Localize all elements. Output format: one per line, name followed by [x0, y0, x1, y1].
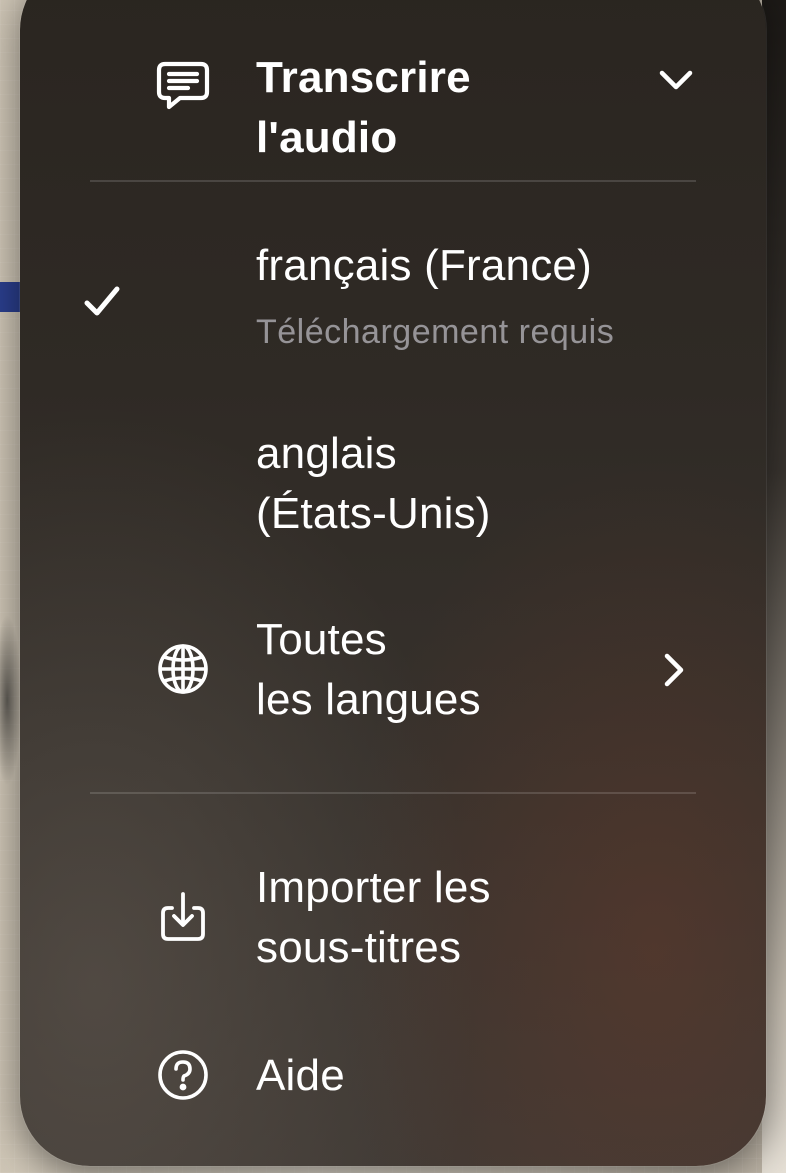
- header-title-line1: Transcrire: [256, 53, 471, 102]
- help-icon: [154, 1046, 212, 1104]
- import-subtitles-item[interactable]: Importer les sous-titres: [20, 858, 766, 988]
- import-icon: [154, 888, 212, 946]
- all-languages-item[interactable]: Toutes les langues: [20, 610, 766, 740]
- language-label: français (France): [256, 241, 592, 290]
- globe-icon: [154, 640, 212, 698]
- help-item[interactable]: Aide: [20, 1046, 766, 1106]
- language-label-line1: anglais: [256, 429, 397, 478]
- message-icon: [154, 58, 212, 116]
- help-label: Aide: [256, 1051, 345, 1100]
- background-sign: [0, 282, 20, 312]
- import-subtitles-line1: Importer les: [256, 863, 491, 912]
- checkmark-icon: [84, 286, 120, 316]
- chevron-down-icon[interactable]: [656, 60, 696, 100]
- transcription-menu: Transcrire l'audio français (France) Tél…: [20, 0, 766, 1166]
- separator-top: [90, 180, 696, 182]
- import-subtitles-line2: sous-titres: [256, 923, 462, 972]
- language-label-line2: (États-Unis): [256, 489, 491, 538]
- transcribe-audio-header[interactable]: Transcrire l'audio: [20, 50, 766, 180]
- separator-bottom: [90, 792, 696, 794]
- download-required-text: Téléchargement requis: [256, 313, 615, 351]
- all-languages-line2: les langues: [256, 675, 481, 724]
- chevron-right-icon: [654, 650, 694, 690]
- all-languages-line1: Toutes: [256, 615, 387, 664]
- language-item-english[interactable]: anglais (États-Unis): [20, 424, 766, 554]
- language-item-french[interactable]: français (France) Téléchargement requis: [20, 236, 766, 366]
- header-title-line2: l'audio: [256, 113, 398, 162]
